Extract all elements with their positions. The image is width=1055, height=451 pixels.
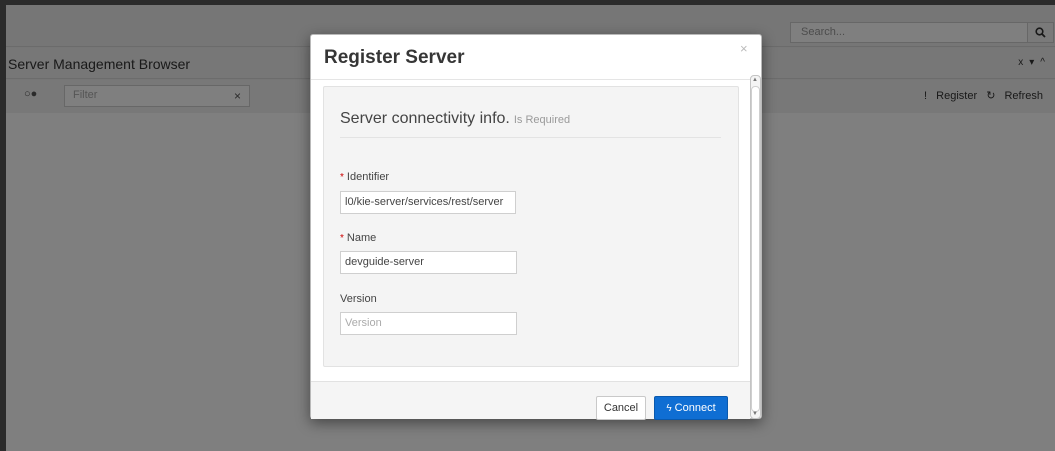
version-label: Version — [340, 293, 377, 305]
scrollbar-thumb[interactable] — [751, 86, 760, 412]
section-divider — [340, 137, 721, 138]
register-server-modal: Register Server × Server connectivity in… — [310, 34, 762, 420]
connect-button[interactable]: ϟ Connect — [654, 396, 728, 420]
required-marker: * — [340, 172, 344, 183]
scroll-down-icon[interactable]: ▼ — [752, 411, 758, 417]
window-frame-top — [0, 0, 1055, 5]
identifier-field[interactable]: l0/kie-server/services/rest/server — [340, 191, 516, 214]
connect-label: Connect — [674, 402, 716, 414]
modal-scrollbar[interactable]: ▲ ▼ — [750, 75, 761, 419]
required-marker: * — [340, 233, 344, 244]
modal-header-divider — [311, 79, 761, 80]
required-hint: Is Required — [513, 114, 571, 126]
close-icon[interactable]: × — [740, 41, 748, 56]
identifier-label-text: Identifier — [346, 171, 390, 183]
section-title: Server connectivity info. Is Required — [340, 110, 570, 128]
connectivity-form: Server connectivity info. Is Required * Id… — [323, 86, 739, 367]
version-field[interactable]: Version — [340, 312, 517, 335]
window-frame-left — [0, 0, 6, 451]
name-label-text: Name — [346, 232, 377, 244]
cancel-button[interactable]: Cancel — [596, 396, 646, 420]
name-label: * Name — [340, 232, 376, 244]
name-field[interactable]: devguide-server — [340, 251, 517, 274]
section-title-text: Server connectivity info. — [340, 110, 510, 127]
modal-title: Register Server — [324, 47, 465, 68]
identifier-label: * Identifier — [340, 171, 389, 183]
bolt-icon: ϟ — [666, 403, 672, 414]
scroll-up-icon[interactable]: ▲ — [752, 77, 758, 83]
